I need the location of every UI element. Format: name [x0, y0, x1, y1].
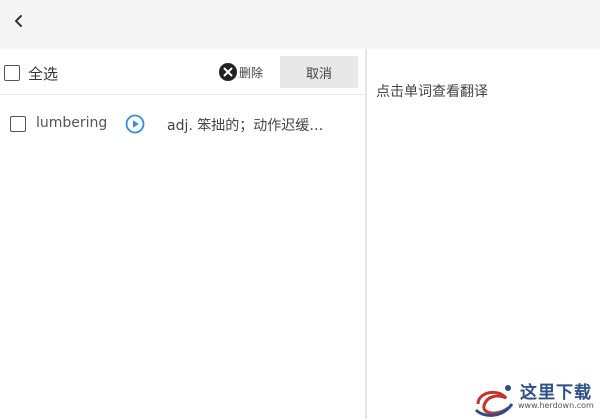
- select-all-checkbox[interactable]: [4, 65, 20, 81]
- watermark-url: www.herdown.com: [518, 401, 594, 410]
- watermark-text: 这里下载: [520, 383, 592, 403]
- play-circle-icon: [125, 114, 145, 134]
- selection-toolbar: 全选 删除 取消: [0, 49, 365, 95]
- close-circle-icon: [219, 63, 237, 81]
- delete-label: 删除: [239, 65, 264, 80]
- delete-button[interactable]: 删除: [219, 63, 263, 81]
- select-all-label: 全选: [28, 65, 59, 83]
- top-bar: [0, 0, 600, 49]
- word-list-item[interactable]: lumbering adj. 笨拙的；动作迟缓…: [0, 95, 365, 151]
- watermark-swirl-icon: [474, 385, 514, 417]
- word-checkbox[interactable]: [10, 116, 26, 132]
- translation-pane: 点击单词查看翻译: [367, 49, 600, 419]
- cancel-button[interactable]: 取消: [280, 56, 358, 88]
- chevron-left-icon: [15, 15, 22, 27]
- watermark-logo: 这里下载 www.herdown.com: [468, 374, 600, 419]
- word-list-pane: 全选 删除 取消 lumbering adj. 笨拙的；动作迟缓…: [0, 49, 365, 419]
- play-audio-button[interactable]: [125, 114, 145, 134]
- word-definition: adj. 笨拙的；动作迟缓…: [167, 118, 324, 134]
- back-button[interactable]: [8, 10, 30, 32]
- translation-hint: 点击单词查看翻译: [376, 84, 488, 100]
- word-text: lumbering: [36, 115, 108, 131]
